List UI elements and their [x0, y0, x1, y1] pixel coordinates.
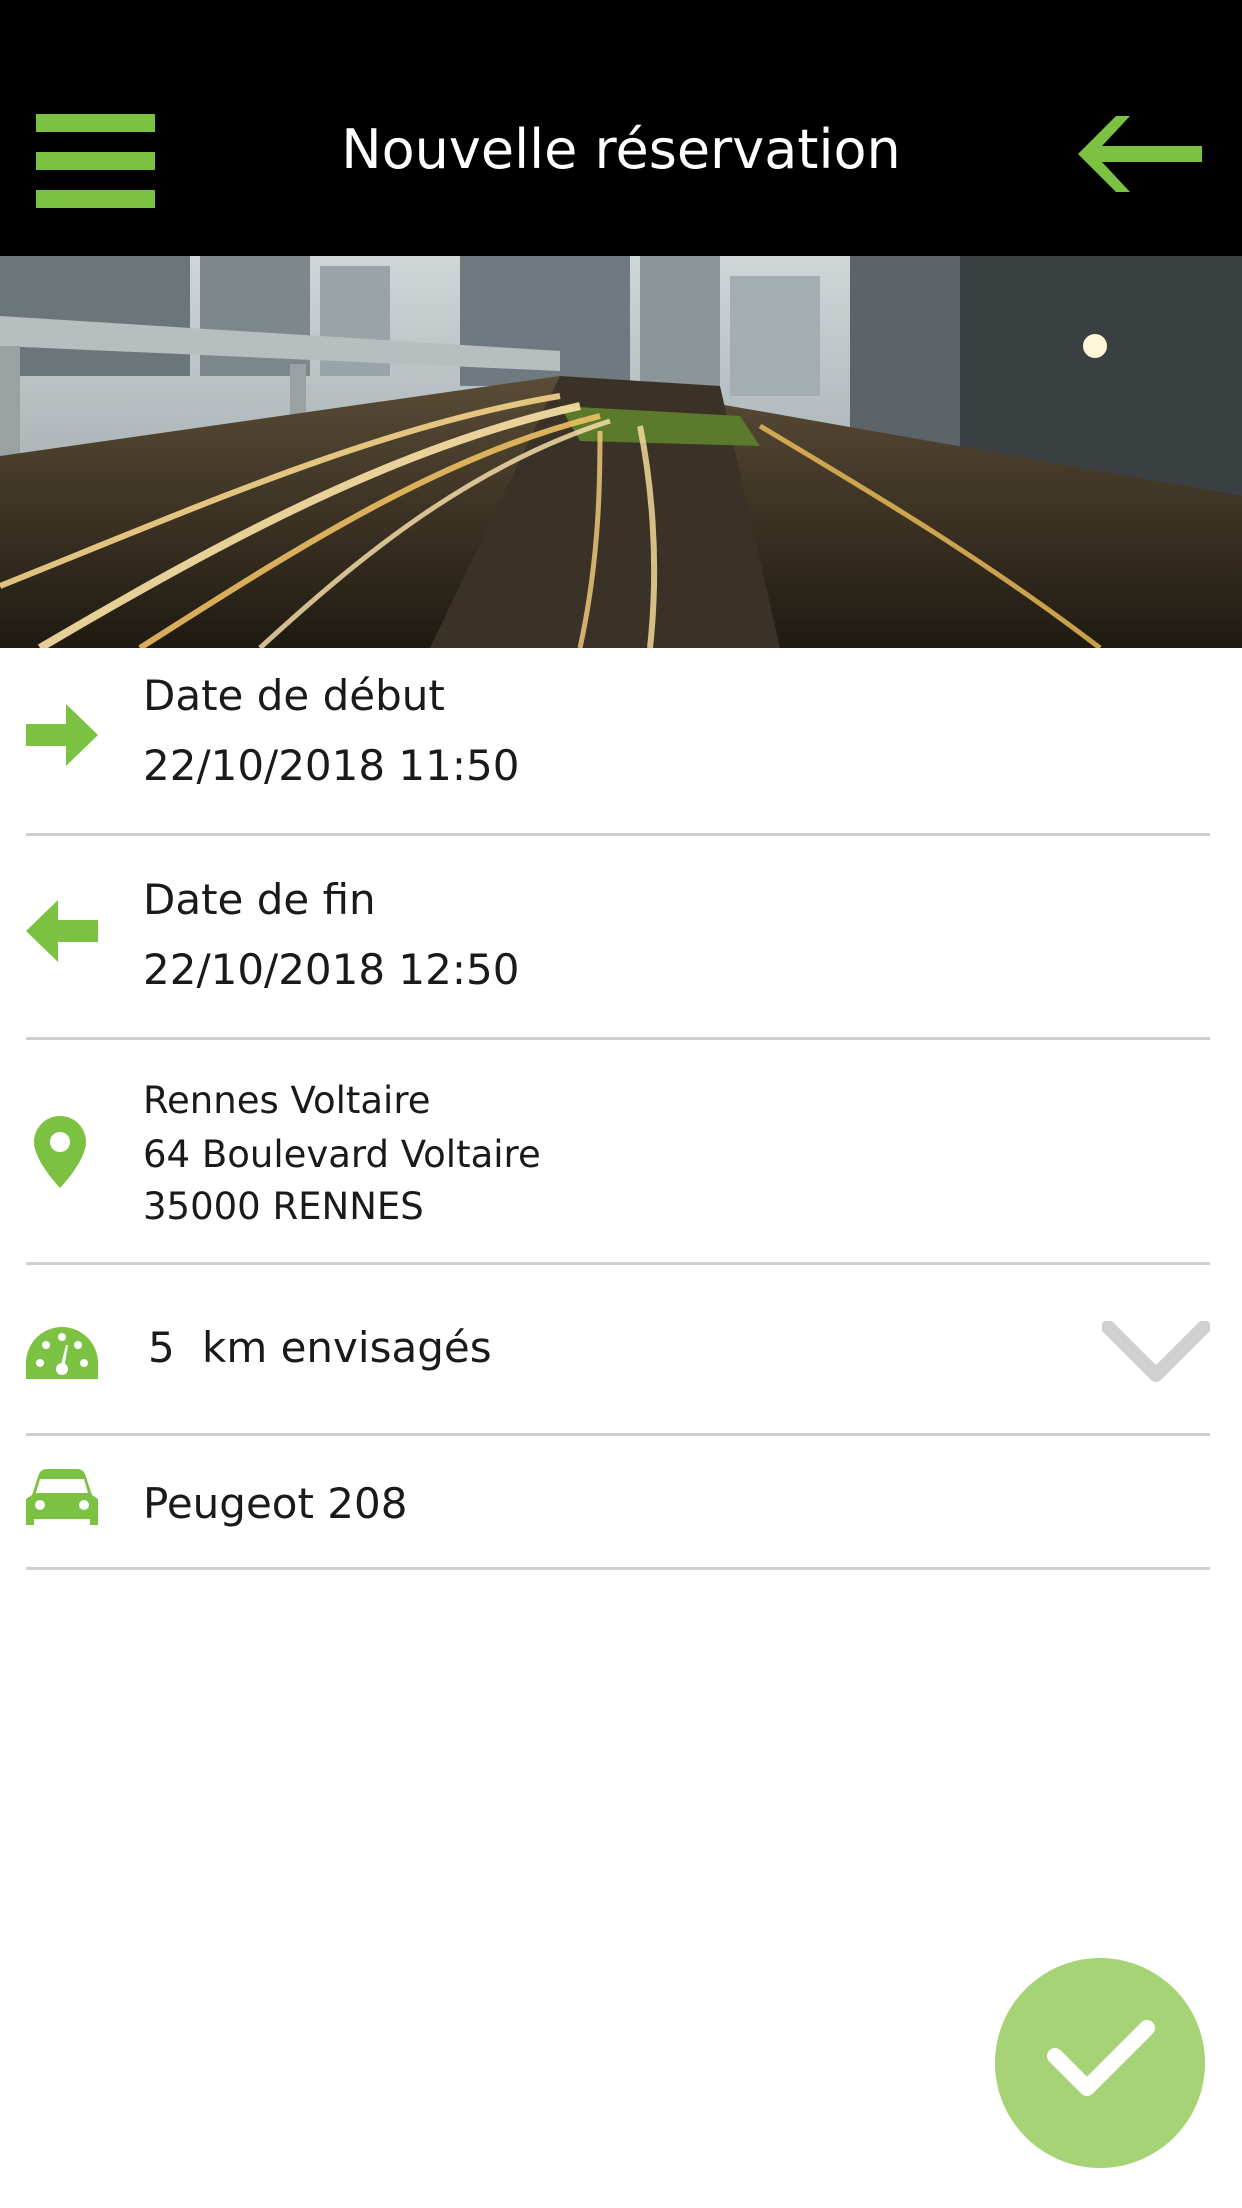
arrow-left-icon: [26, 900, 98, 962]
end-date-row[interactable]: Date de fin 22/10/2018 12:50: [26, 836, 1210, 1040]
vehicle-name: Peugeot 208: [143, 1479, 408, 1528]
speedometer-icon: [26, 1327, 98, 1379]
location-city: 35000 RENNES: [143, 1185, 424, 1228]
distance-unit-label: km envisagés: [202, 1323, 492, 1372]
location-row[interactable]: Rennes Voltaire 64 Boulevard Voltaire 35…: [26, 1040, 1210, 1265]
car-icon: [26, 1469, 98, 1525]
checkmark-icon: [1047, 2020, 1155, 2096]
distance-value[interactable]: 5: [148, 1320, 175, 1376]
arrow-right-icon: [26, 704, 98, 766]
start-date-label: Date de début: [143, 671, 445, 720]
confirm-button[interactable]: [995, 1958, 1205, 2168]
end-date-value: 22/10/2018 12:50: [143, 945, 520, 994]
banner-image: [0, 256, 1242, 648]
location-name: Rennes Voltaire: [143, 1079, 431, 1122]
start-date-value: 22/10/2018 11:50: [143, 741, 520, 790]
vehicle-row[interactable]: Peugeot 208: [26, 1436, 1210, 1570]
page-title: Nouvelle réservation: [341, 118, 901, 181]
chevron-down-icon[interactable]: [1102, 1321, 1210, 1383]
back-button[interactable]: [1078, 116, 1202, 192]
location-street: 64 Boulevard Voltaire: [143, 1133, 541, 1176]
arrow-left-icon: [1078, 116, 1202, 192]
map-pin-icon: [34, 1116, 86, 1188]
app-header: Nouvelle réservation: [0, 0, 1242, 256]
distance-row[interactable]: 5 km envisagés: [26, 1265, 1210, 1436]
start-date-row[interactable]: Date de début 22/10/2018 11:50: [26, 648, 1210, 836]
end-date-label: Date de fin: [143, 875, 376, 924]
